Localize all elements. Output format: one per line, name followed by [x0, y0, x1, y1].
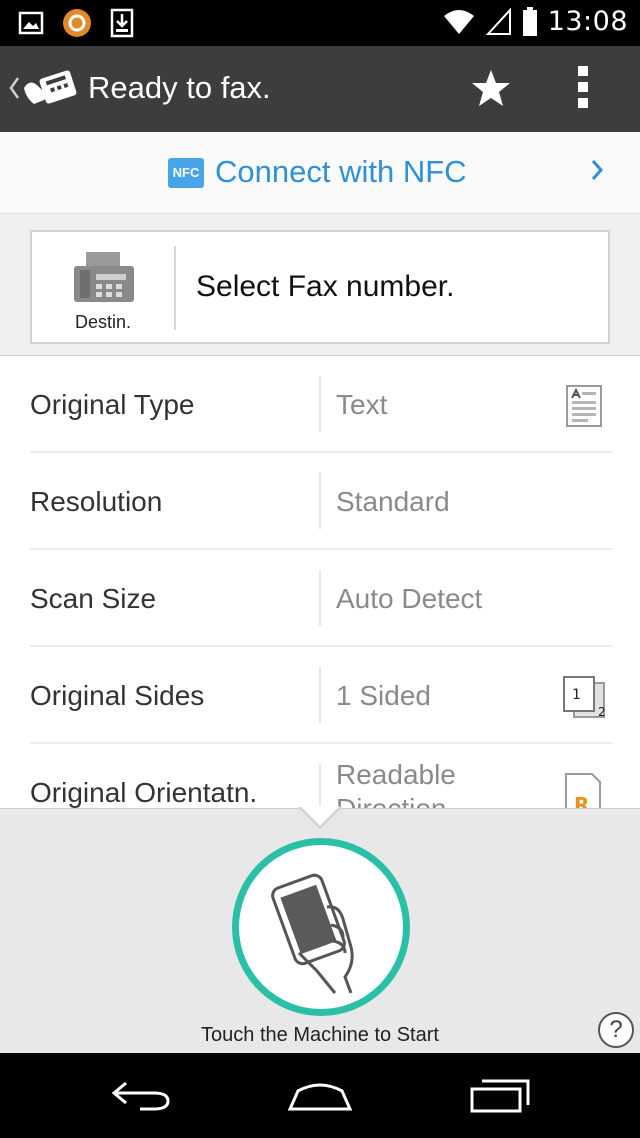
settings-list[interactable]: Original Type Text Resolution Standard S… — [0, 356, 640, 808]
hand-phone-icon — [271, 873, 354, 994]
back-icon[interactable] — [8, 76, 20, 100]
fax-number-prompt[interactable]: Select Fax number. — [196, 270, 454, 304]
divider — [174, 246, 176, 330]
image-notification-icon — [18, 11, 44, 35]
divider — [319, 376, 321, 432]
setting-value: Text — [336, 389, 388, 420]
page-title: Ready to fax. — [88, 70, 271, 105]
setting-row-scan-size[interactable]: Scan Size Auto Detect — [0, 550, 640, 647]
text-document-icon — [566, 385, 602, 427]
setting-label: Scan Size — [30, 583, 157, 614]
notification-icons — [18, 8, 134, 38]
nfc-icon: NFC — [168, 158, 204, 188]
nfc-connect-label: Connect with NFC — [215, 154, 467, 189]
signal-icon — [485, 7, 511, 35]
setting-value-line2: Direction — [336, 793, 446, 808]
nav-back-icon[interactable] — [110, 1079, 174, 1113]
setting-value: Readable Direction — [336, 758, 456, 808]
setting-value-line1: Readable — [336, 759, 456, 790]
destination-button[interactable]: Destin. — [32, 232, 174, 342]
fax-machine-icon — [74, 252, 134, 302]
overflow-menu-icon[interactable] — [575, 64, 591, 110]
setting-value: Standard — [336, 486, 450, 517]
setting-row-original-sides[interactable]: Original Sides 1 Sided 1 2 — [0, 647, 640, 744]
setting-value: 1 Sided — [336, 680, 431, 711]
nfc-connect-row[interactable]: NFC Connect with NFC — [0, 132, 640, 214]
star-icon[interactable] — [470, 68, 512, 108]
chevron-right-icon — [591, 160, 604, 180]
divider — [319, 473, 321, 529]
destination-section: Destin. Select Fax number. — [0, 214, 640, 356]
svg-text:1: 1 — [572, 687, 581, 703]
divider — [319, 570, 321, 626]
destination-card[interactable]: Destin. Select Fax number. — [30, 230, 610, 344]
readable-direction-icon: R — [565, 773, 601, 808]
panel-notch — [300, 806, 340, 826]
setting-label: Original Type — [30, 389, 195, 420]
wifi-icon — [443, 9, 474, 34]
svg-text:2: 2 — [598, 705, 606, 719]
setting-row-original-orientation[interactable]: Original Orientatn. Readable Direction R — [0, 744, 640, 808]
setting-label: Resolution — [30, 486, 163, 517]
touch-to-start-button[interactable] — [232, 838, 410, 1016]
setting-label: Original Sides — [30, 680, 205, 711]
setting-row-resolution[interactable]: Resolution Standard — [0, 453, 640, 550]
clock: 13:08 — [547, 6, 628, 37]
divider — [319, 764, 321, 808]
app-notification-icon — [63, 9, 91, 37]
divider — [319, 667, 321, 723]
setting-label: Original Orientatn. — [30, 777, 258, 808]
system-navigation-bar — [0, 1053, 640, 1138]
help-button[interactable]: ? — [598, 1012, 634, 1048]
setting-row-original-type[interactable]: Original Type Text — [0, 356, 640, 453]
nav-home-icon[interactable] — [286, 1077, 354, 1113]
action-bar: Ready to fax. — [0, 46, 640, 132]
touch-instruction: Touch the Machine to Start — [201, 1024, 439, 1046]
one-sided-icon: 1 2 — [563, 676, 606, 719]
fax-app-logo[interactable] — [20, 64, 80, 114]
svg-text:R: R — [574, 793, 589, 808]
download-notification-icon — [110, 8, 134, 38]
battery-icon — [522, 6, 537, 36]
status-bar: 13:08 — [0, 0, 640, 46]
setting-value: Auto Detect — [336, 583, 483, 614]
nav-recent-apps-icon[interactable] — [468, 1077, 532, 1113]
destination-label: Destin. — [74, 312, 132, 332]
system-status: 13:08 — [442, 6, 628, 37]
